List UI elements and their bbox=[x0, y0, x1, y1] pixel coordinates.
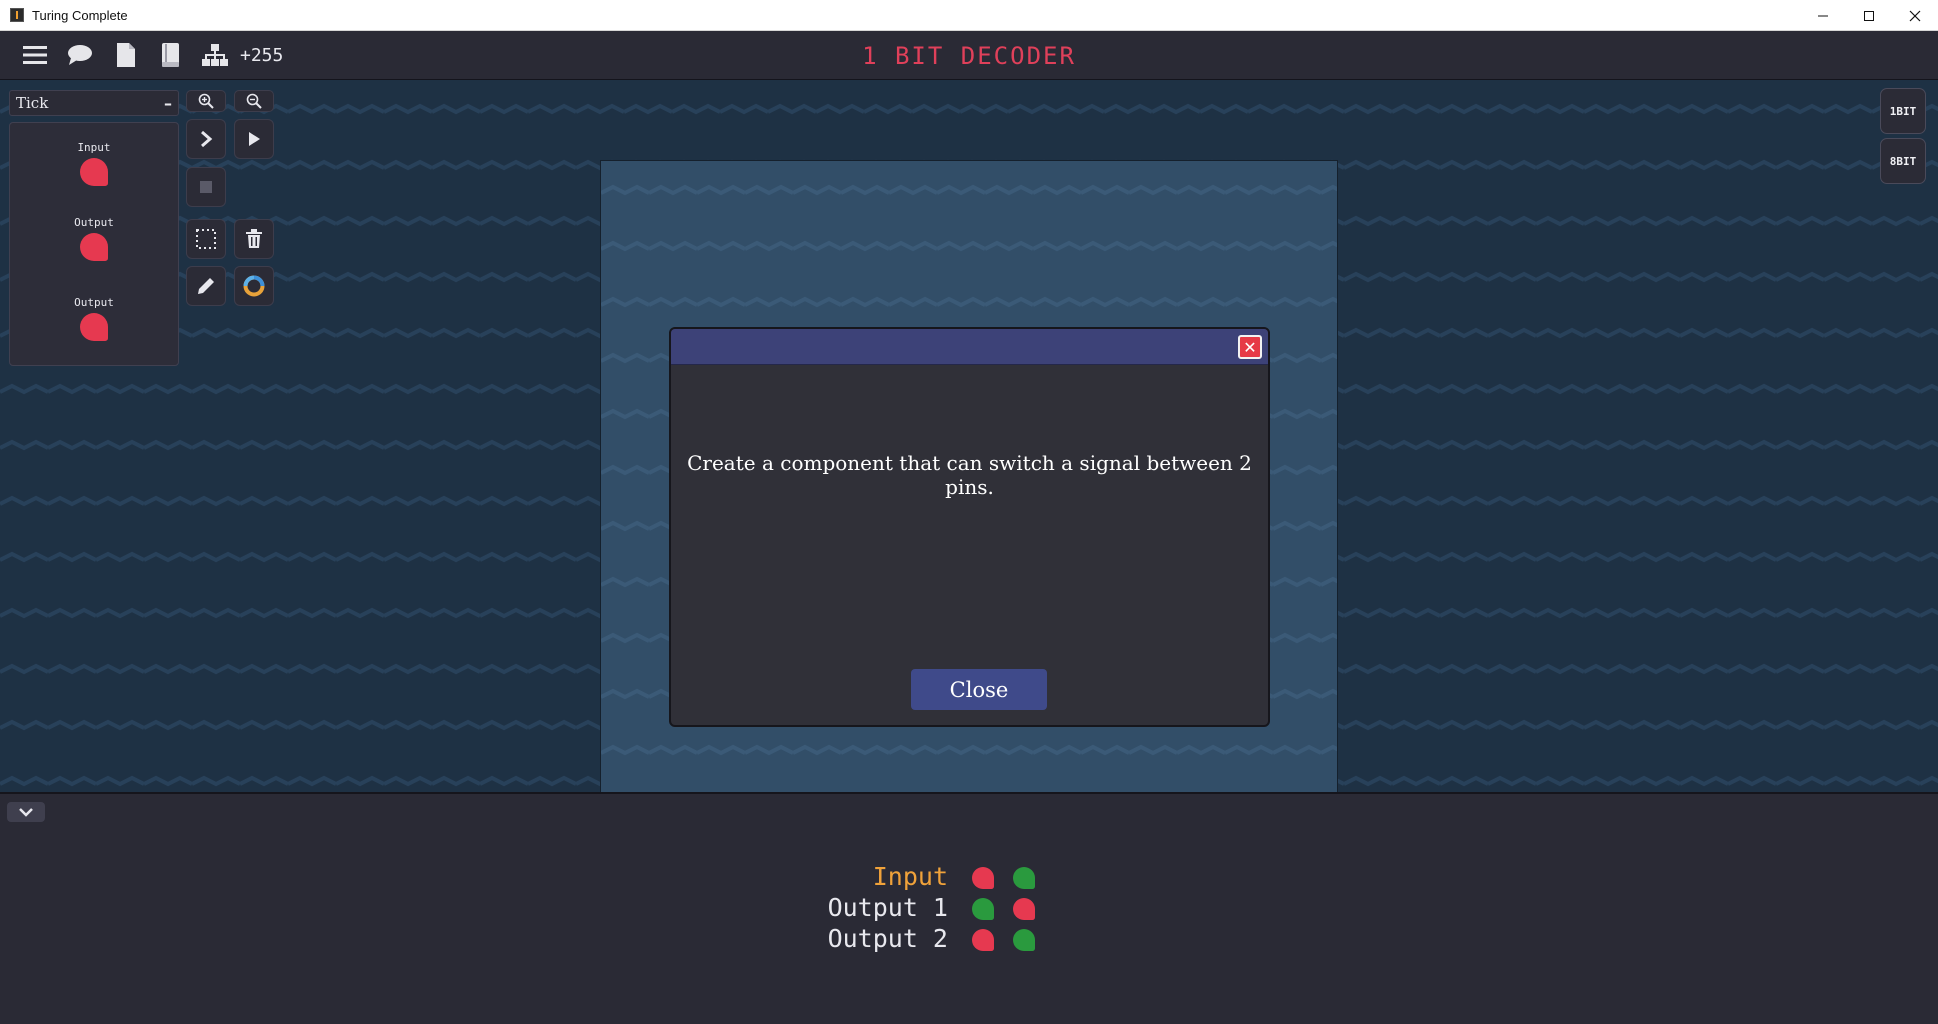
color-wheel-icon bbox=[243, 275, 265, 297]
pin-icon bbox=[80, 158, 108, 186]
dialog-message: Create a component that can switch a sig… bbox=[687, 451, 1252, 499]
truth-table-panel: Input Output 1 Output 2 bbox=[0, 792, 1938, 1024]
row-label: Output 1 bbox=[827, 893, 948, 922]
window-title-bar: Turing Complete bbox=[0, 0, 1938, 31]
play-button[interactable] bbox=[234, 119, 274, 159]
select-icon bbox=[196, 229, 216, 249]
pencil-button[interactable] bbox=[186, 266, 226, 306]
component-output-2[interactable]: Output bbox=[10, 296, 178, 345]
zoom-out-button[interactable] bbox=[234, 90, 274, 112]
component-input[interactable]: Input bbox=[10, 141, 178, 190]
pin-on-indicator bbox=[1013, 867, 1035, 889]
pin-off-indicator bbox=[972, 867, 994, 889]
close-button[interactable]: Close bbox=[911, 669, 1047, 710]
collapse-panel-button[interactable] bbox=[7, 802, 45, 822]
pin-on-indicator bbox=[972, 898, 994, 920]
level-description-dialog: ✕ Create a component that can switch a s… bbox=[669, 327, 1270, 727]
trash-icon bbox=[246, 229, 262, 248]
tab-8bit[interactable]: 8BIT bbox=[1880, 138, 1926, 184]
pencil-icon bbox=[198, 278, 214, 294]
dialog-close-icon[interactable]: ✕ bbox=[1238, 335, 1262, 359]
collapse-palette-button[interactable]: – bbox=[164, 94, 172, 113]
delete-button[interactable] bbox=[234, 219, 274, 259]
row-label: Output 2 bbox=[827, 924, 948, 953]
window-title: Turing Complete bbox=[32, 7, 128, 23]
pin-icon bbox=[80, 233, 108, 261]
component-list: Input Output Output bbox=[9, 122, 179, 366]
dialog-header: ✕ bbox=[671, 329, 1268, 365]
color-button[interactable] bbox=[234, 266, 274, 306]
stop-button[interactable] bbox=[186, 167, 226, 207]
component-label: Output bbox=[74, 216, 114, 229]
minimize-icon[interactable] bbox=[1800, 0, 1846, 31]
zoom-out-icon bbox=[246, 93, 262, 109]
component-output-1[interactable]: Output bbox=[10, 216, 178, 265]
tab-1bit[interactable]: 1BIT bbox=[1880, 88, 1926, 134]
stop-icon bbox=[200, 181, 212, 193]
zoom-in-button[interactable] bbox=[186, 90, 226, 112]
app-icon bbox=[10, 8, 24, 22]
chevron-down-icon bbox=[19, 808, 33, 817]
truth-row-input: Input bbox=[0, 862, 1938, 893]
component-palette: Tick – Input Output Output bbox=[9, 90, 179, 366]
component-label: Input bbox=[77, 141, 111, 154]
truth-table: Input Output 1 Output 2 bbox=[0, 862, 1938, 955]
component-label: Output bbox=[74, 296, 114, 309]
game-top-bar: +255 1 BIT DECODER bbox=[0, 31, 1938, 80]
truth-row-output-1: Output 1 bbox=[0, 893, 1938, 924]
tick-header[interactable]: Tick – bbox=[9, 90, 179, 116]
row-label: Input bbox=[872, 862, 948, 891]
tick-label: Tick bbox=[16, 94, 49, 112]
zoom-in-icon bbox=[198, 93, 214, 109]
step-button[interactable] bbox=[186, 119, 226, 159]
truth-row-output-2: Output 2 bbox=[0, 924, 1938, 955]
pin-off-indicator bbox=[972, 929, 994, 951]
pin-on-indicator bbox=[1013, 929, 1035, 951]
level-title: 1 BIT DECODER bbox=[862, 42, 1076, 70]
maximize-icon[interactable] bbox=[1846, 0, 1892, 31]
play-icon bbox=[249, 132, 260, 146]
select-button[interactable] bbox=[186, 219, 226, 259]
pin-off-indicator bbox=[1013, 898, 1035, 920]
close-icon[interactable] bbox=[1892, 0, 1938, 31]
pin-icon bbox=[80, 313, 108, 341]
step-icon bbox=[201, 130, 213, 148]
